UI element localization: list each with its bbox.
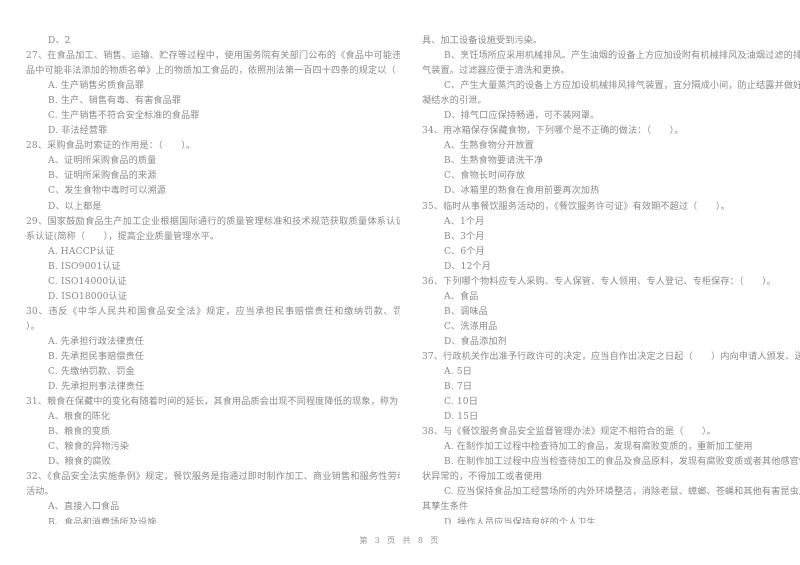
option-line: C. 应当保持食品加工经营场所的内外环境整洁，消除老鼠、蟑螂、苍蝇和其他有害昆虫… [444, 487, 800, 498]
option-line: B. 在制作加工过程中应当检查待加工的食品及食品原料，发现有腐败变质或者其他感官… [444, 457, 800, 468]
option-line: A. 5日 [444, 367, 472, 378]
option-line: C. 生产销售不符合安全标准的食品罪 [48, 111, 200, 122]
continuation-line: 其孳生条件 [422, 502, 469, 513]
option-line: D. 操作人员应当保持良好的个人卫生 [444, 517, 596, 525]
option-line: C. 先缴纳罚款、罚金 [48, 367, 135, 378]
option-line: C. 10日 [444, 397, 478, 408]
question-line: 38、与《餐饮服务食品安全监督管理办法》规定不相符合的是（ ）。 [422, 427, 716, 438]
option-line: C、发生食物中毒时可以溯源 [48, 186, 167, 197]
option-line: C、洗涤用品 [444, 321, 498, 332]
exam-page: D、2 27、在食品加工、销售、运输、贮存等过程中，使用国务院有关部门公布的《食品… [0, 0, 800, 565]
option-line: A、1个月 [444, 216, 485, 227]
continuation-line: 具、加工设备设施受到污染。 [422, 36, 543, 46]
option-line: B、食品和消费场所及设施 [48, 517, 157, 525]
continuation-line: 气装置。过滤器应便于清洗和更换。 [422, 66, 570, 77]
question-line: 34、用冰箱保存保藏食物，下列哪个是不正确的做法：（ ）。 [422, 126, 684, 137]
right-column-text-flow: 具、加工设备设施受到污染。 B、烹饪场所应采用机械排风。产生油烟的设备上方应加设附… [422, 34, 800, 524]
option-line: D、2 [48, 36, 71, 46]
option-line: C. ISO14000认证 [48, 276, 127, 287]
option-line: D、冰箱里的熟食在食用前要再次加热 [444, 186, 600, 197]
option-line: A. HACCP认证 [48, 246, 115, 257]
question-line: 28、采购食品时索证的作用是：（ ）。 [26, 141, 196, 152]
option-line: A、粮食的陈化 [48, 412, 111, 423]
option-line: D. 非法经营罪 [48, 126, 108, 137]
option-line: B. 生产、销售有毒、有害食品罪 [48, 96, 182, 107]
option-line: D、12个月 [444, 261, 492, 272]
option-line: B、粮食的变质 [48, 427, 111, 438]
option-line: C、6个月 [444, 246, 485, 257]
question-line: 32、《食品安全法实施条例》规定，餐饮服务是指通过即时制作加工、商业销售和服务性… [26, 472, 400, 498]
question-line: 36、下列哪个物料应专人采购、专人保管、专人领用、专人登记、专柜保存：（ ）。 [422, 276, 777, 287]
option-line: B. ISO9001认证 [48, 261, 121, 272]
option-line: D、排气口应保持畅通，可不装网罩。 [444, 111, 600, 122]
option-line: D. 15日 [444, 412, 479, 423]
option-line: C、食物长时间存放 [444, 171, 526, 182]
option-line: B、证明所采购食品的来源 [48, 171, 157, 182]
option-line: B、烹饪场所应采用机械排风。产生油烟的设备上方应加设附有机械排风及油烟过滤的排 [444, 51, 800, 62]
option-line: D、以上都是 [48, 201, 102, 212]
option-line: C、产生大量蒸汽的设备上方应加设机械排风排气装置，宜分隔成小间，防止结露并做好 [444, 81, 800, 92]
option-line: B. 先承担民事赔偿责任 [48, 351, 145, 362]
option-line: B、调味品 [444, 306, 488, 317]
option-line: D、食品添加剂 [444, 336, 507, 347]
option-line: A. 在制作加工过程中检查待加工的食品，发现有腐败变质的，重新加工使用 [444, 442, 753, 453]
question-line: 37、行政机关作出准予行政许可的决定，应当自作出决定之日起（ ）内向申请人颁发、… [422, 351, 800, 362]
left-column: D、2 27、在食品加工、销售、运输、贮存等过程中，使用国务院有关部门公布的《食品… [0, 34, 400, 524]
question-line: 29、国家鼓励食品生产加工企业根据国际通行的质量管理标准和技术规范获取质量体系认… [26, 216, 400, 242]
continuation-line: 凝结水的引泄。 [422, 96, 487, 107]
left-column-text-flow: D、2 27、在食品加工、销售、运输、贮存等过程中，使用国务院有关部门公布的《食品… [26, 34, 400, 524]
option-line: A、食品 [444, 291, 479, 302]
option-line: B. 7日 [444, 382, 473, 393]
option-line: A、直接入口食品 [48, 502, 120, 513]
option-line: A、证明所采购食品的质量 [48, 156, 157, 167]
option-line: B、生熟食物要请洗干净 [444, 156, 544, 167]
option-line: D. ISO18000认证 [48, 291, 128, 302]
option-line: D、粮食的腐败 [48, 457, 111, 468]
option-line: D. 先承担刑事法律责任 [48, 382, 145, 393]
option-line: A. 先承担行政法律责任 [48, 336, 144, 347]
option-line: C、粮食的异物污染 [48, 442, 130, 453]
question-line: 35、临时从事餐饮服务活动的，《餐饮服务许可证》有效期不超过（ ）。 [422, 201, 730, 212]
question-line: 30、违反《中华人民共和国食品安全法》规定，应当承担民事赔偿责任和缴纳罚款、罚金… [26, 306, 400, 332]
two-column-body: D、2 27、在食品加工、销售、运输、贮存等过程中，使用国务院有关部门公布的《食品… [0, 34, 800, 524]
question-line: 27、在食品加工、销售、运输、贮存等过程中，使用国务院有关部门公布的《食品中可能… [26, 51, 400, 77]
option-line: A. 生产销售劣质食品罪 [48, 81, 144, 92]
right-column: 具、加工设备设施受到污染。 B、烹饪场所应采用机械排风。产生油烟的设备上方应加设附… [400, 34, 800, 524]
page-footer: 第 3 页 共 8 页 [359, 535, 441, 545]
question-line: 31、粮食在保藏中的变化有随着时间的延长，其食用品质会出现不同程度降低的现象，称… [26, 397, 400, 408]
option-line: B、3个月 [444, 231, 485, 242]
option-line: A、生熟食物分开放置 [444, 141, 534, 152]
continuation-line: 状异常的，不得加工或者使用 [422, 472, 543, 483]
